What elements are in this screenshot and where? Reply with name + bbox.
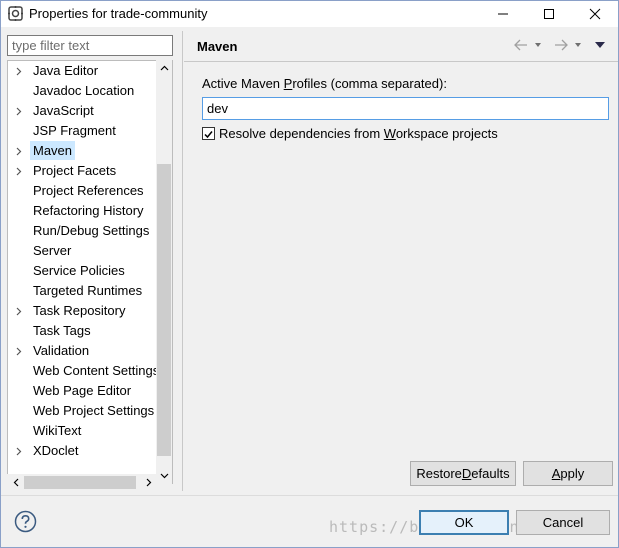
tree-item[interactable]: Project References [8,181,158,201]
view-menu-icon[interactable] [594,37,606,53]
cancel-button[interactable]: Cancel [516,510,610,535]
chevron-down-icon [160,473,168,479]
ok-button[interactable]: OK [419,510,509,535]
active-profiles-input[interactable] [202,97,609,120]
panel-splitter[interactable] [182,31,183,491]
tree-item[interactable]: Project Facets [8,161,158,181]
expand-arrow-icon[interactable] [14,301,24,321]
tree-list: Java Editor Javadoc Location JavaScript JSP… [8,61,159,461]
forward-arrow-icon[interactable] [552,37,570,53]
tree-item-label: Web Page Editor [33,383,132,398]
tree-item-label: Web Project Settings [33,403,155,418]
tree-item[interactable]: Web Content Settings [8,361,159,381]
chevron-right-icon [146,478,151,487]
footer-separator [1,495,618,496]
tree-item[interactable]: Targeted Runtimes [8,281,158,301]
minimize-icon [498,13,508,15]
filter-input[interactable] [7,35,173,56]
page-title: Maven [197,39,238,54]
tree-item[interactable]: JSP Fragment [8,121,158,141]
scroll-right-button[interactable] [140,474,157,491]
tree-item-label: Java Editor [33,63,99,78]
forward-dropdown-icon[interactable] [574,37,582,53]
vertical-scrollbar[interactable] [156,60,172,484]
expand-arrow-icon[interactable] [14,441,24,461]
vertical-scroll-thumb[interactable] [157,164,171,456]
maximize-icon [544,9,554,19]
expand-arrow-icon[interactable] [14,161,24,181]
window-title: Properties for trade-community [29,6,208,21]
tree-item-label: Javadoc Location [33,83,135,98]
horizontal-scrollbar[interactable] [7,474,157,491]
properties-dialog: Properties for trade-community Java Edit… [0,0,619,548]
scroll-left-button[interactable] [7,474,24,491]
expand-arrow-icon[interactable] [14,341,24,361]
back-dropdown-icon[interactable] [534,37,542,53]
property-tree: Java Editor Javadoc Location JavaScript JSP… [7,60,173,484]
chevron-up-icon [160,65,168,71]
tree-item[interactable]: JavaScript [8,101,158,121]
tree-item[interactable]: Server [8,241,158,261]
navigation-panel: Java Editor Javadoc Location JavaScript JSP… [5,33,175,493]
scroll-down-button[interactable] [156,468,172,484]
tree-item[interactable]: Task Tags [8,321,158,341]
tree-item-label: JavaScript [33,103,94,118]
tree-item-label: Server [33,243,72,258]
tree-item[interactable]: Web Project Settings [8,401,158,421]
close-button[interactable] [572,1,618,27]
tree-item[interactable]: Web Page Editor [8,381,158,401]
tree-item[interactable]: Validation [8,341,158,361]
expand-arrow-icon[interactable] [14,141,24,161]
eclipse-app-icon [8,6,23,21]
restore-defaults-button[interactable]: Restore Defaults [410,461,516,486]
expand-arrow-icon[interactable] [14,101,24,121]
tree-item[interactable]: WikiText [8,421,158,441]
tree-item-label: Targeted Runtimes [33,283,143,298]
tree-item[interactable]: Maven [8,141,158,161]
tree-item-label: Maven [30,141,76,160]
chevron-left-icon [13,478,18,487]
tree-item-label: Refactoring History [33,203,144,218]
help-icon[interactable] [14,510,37,533]
tree-item-label: Project Facets [33,163,117,178]
resolve-workspace-label: Resolve dependencies from Workspace proj… [219,126,498,141]
back-arrow-icon[interactable] [512,37,530,53]
tree-item-label: XDoclet [33,443,79,458]
apply-button[interactable]: Apply [523,461,613,486]
header-separator [184,61,618,62]
tree-item[interactable]: XDoclet [8,441,158,461]
profiles-label: Active Maven Profiles (comma separated): [202,76,447,91]
tree-item-label: Task Repository [33,303,126,318]
checkmark-icon [204,131,213,139]
tree-item[interactable]: Refactoring History [8,201,158,221]
tree-item[interactable]: Java Editor [8,61,158,81]
maximize-button[interactable] [526,1,572,27]
scroll-up-button[interactable] [156,60,172,76]
resolve-workspace-checkbox[interactable] [202,127,215,140]
tree-item-label: Project References [33,183,144,198]
minimize-button[interactable] [480,1,526,27]
tree-item-label: Web Content Settings [33,363,160,378]
page-header: Maven [184,31,618,61]
tree-item-label: Run/Debug Settings [33,223,150,238]
title-bar[interactable]: Properties for trade-community [1,1,618,27]
expand-arrow-icon[interactable] [14,61,24,81]
horizontal-scroll-thumb[interactable] [24,476,136,489]
tree-item-label: Task Tags [33,323,91,338]
tree-item-label: WikiText [33,423,82,438]
tree-item-label: Service Policies [33,263,125,278]
tree-item-label: Validation [33,343,90,358]
tree-item[interactable]: Run/Debug Settings [8,221,158,241]
tree-item[interactable]: Service Policies [8,261,158,281]
tree-item-label: JSP Fragment [33,123,116,138]
close-icon [589,8,601,20]
tree-item[interactable]: Javadoc Location [8,81,158,101]
page-navigation [512,37,612,55]
tree-item[interactable]: Task Repository [8,301,158,321]
